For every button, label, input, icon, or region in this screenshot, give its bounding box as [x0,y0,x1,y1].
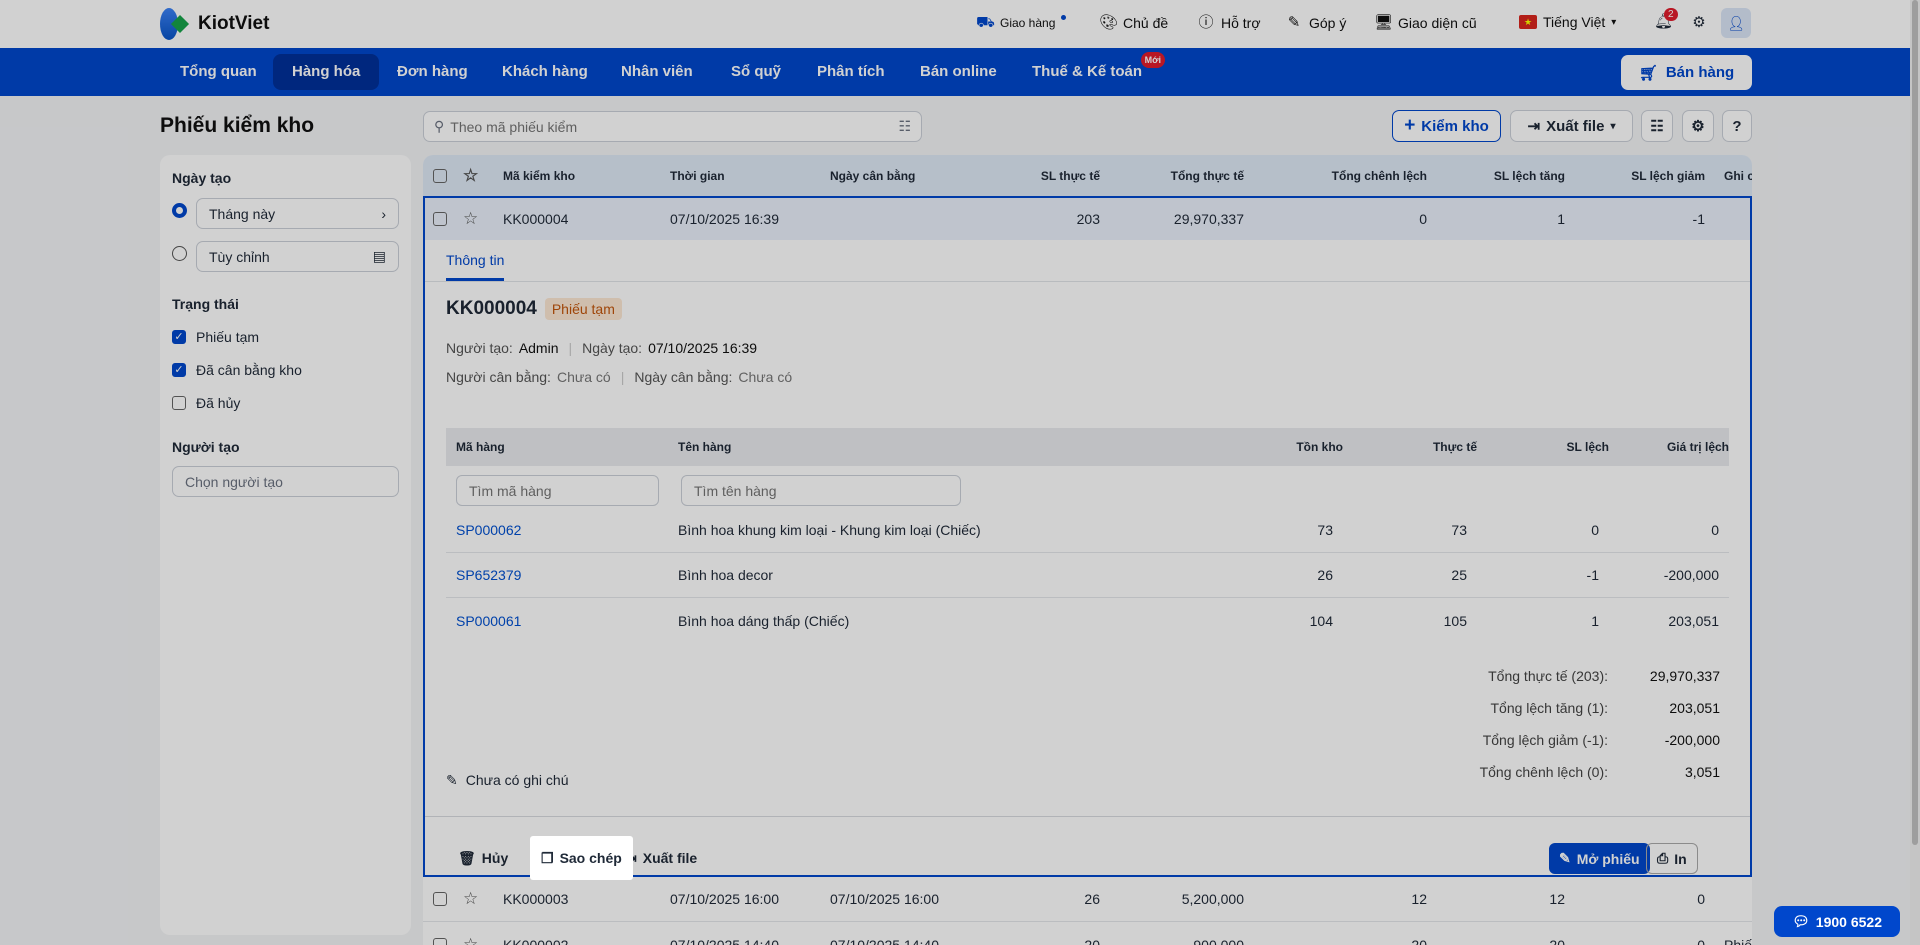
copy-button[interactable]: ❐ Sao chép [530,836,633,880]
dim-overlay [0,0,1920,945]
chat-icon: 💬︎ [1792,913,1810,929]
hotline-button[interactable]: 💬︎ 1900 6522 [1774,906,1900,937]
copy-icon: ❐ [541,849,554,866]
